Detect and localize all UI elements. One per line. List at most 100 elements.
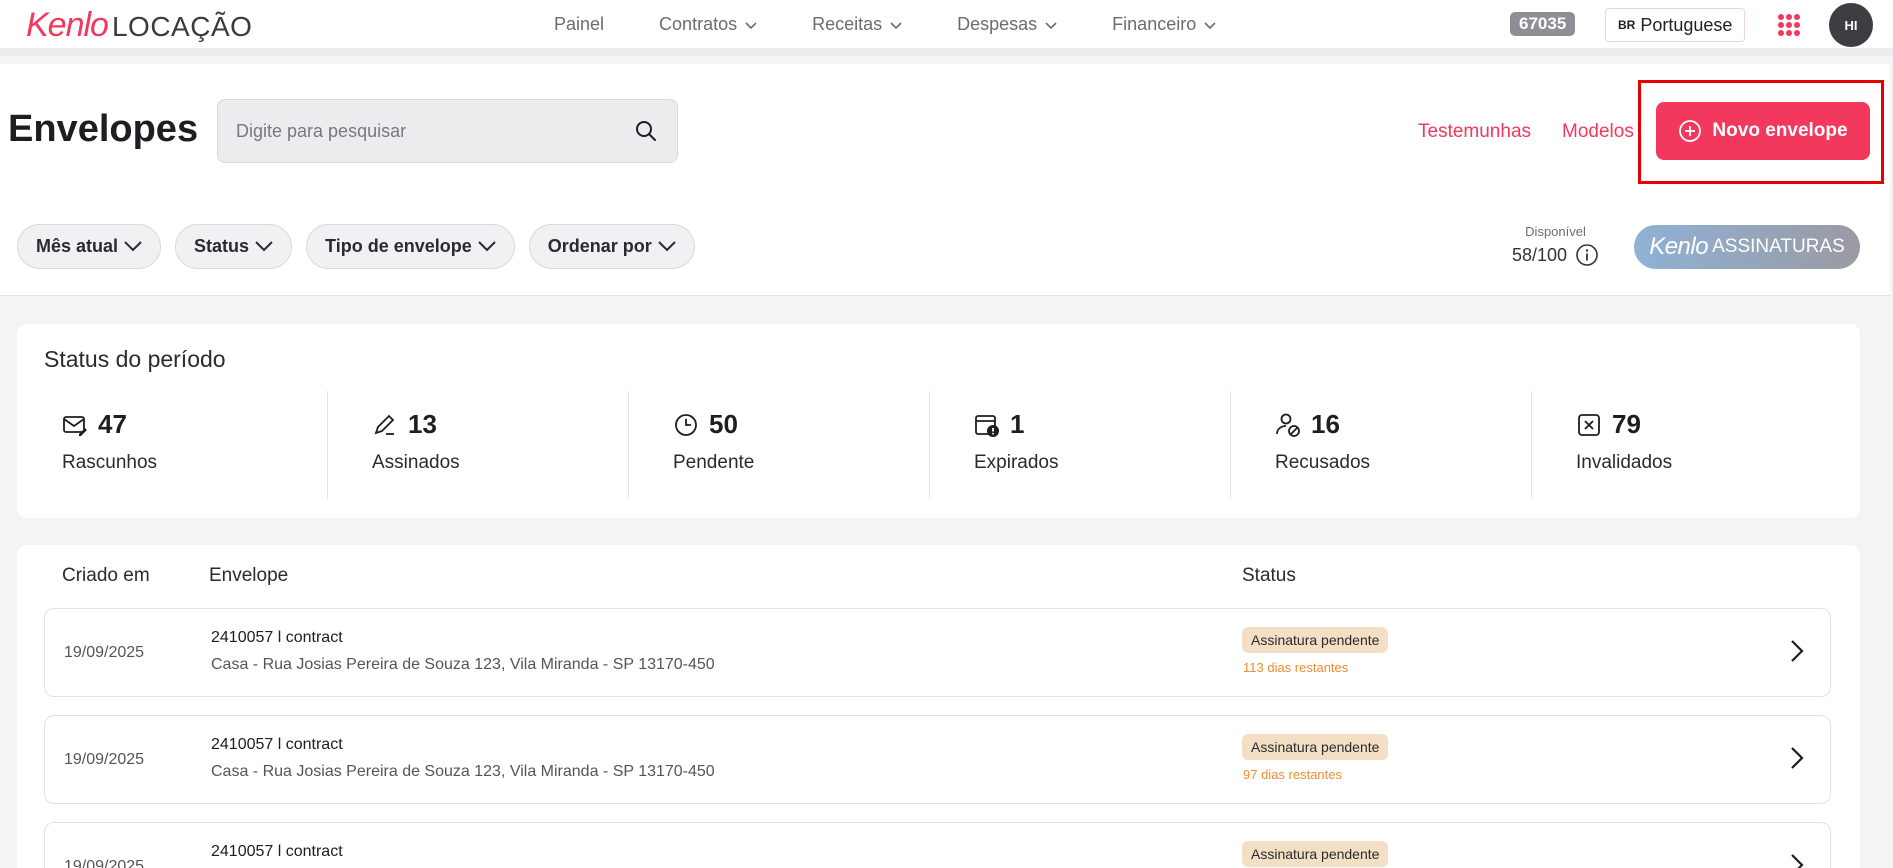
filter-sort-label: Ordenar por	[547, 236, 652, 256]
stat-refused-label: Recusados	[1275, 452, 1371, 473]
stat-drafts-label: Rascunhos	[62, 452, 158, 473]
stat-drafts-count: 47	[98, 409, 127, 439]
chevron-down-icon	[745, 14, 757, 35]
top-navbar: Kenlo LOCAÇÃO Painel Contratos Receitas …	[0, 0, 1893, 56]
filter-status-label: Status	[194, 236, 250, 256]
row-envelope-address: Casa - Rua Josias Pereira de Souza 123, …	[211, 763, 715, 780]
logo[interactable]: Kenlo LOCAÇÃO	[26, 6, 252, 45]
row-envelope-code: 2410057 l contract	[211, 629, 343, 646]
search-icon[interactable]	[635, 120, 657, 147]
apps-grid-icon[interactable]	[1778, 14, 1800, 36]
status-card-title: Status do período	[44, 346, 226, 372]
period-status-card: Status do período 47 Rascunhos 13 Assina…	[17, 324, 1860, 518]
templates-link[interactable]: Modelos	[1562, 121, 1634, 143]
logo-sub: LOCAÇÃO	[111, 11, 253, 42]
nav-receitas[interactable]: Receitas	[812, 14, 902, 35]
filter-envelope-type-label: Tipo de envelope	[325, 236, 472, 256]
filter-status[interactable]: Status	[175, 224, 293, 269]
table-row[interactable]: 19/09/2025 2410057 l contract Casa - Rua…	[44, 715, 1831, 804]
search-input[interactable]	[218, 100, 618, 162]
filter-bar: Mês atual Status Tipo de envelope Ordena…	[17, 224, 709, 269]
stat-pending-count: 50	[709, 409, 738, 439]
status-badge: Assinatura pendente	[1242, 841, 1389, 867]
plus-circle-icon	[1678, 119, 1702, 143]
filter-envelope-type[interactable]: Tipo de envelope	[306, 224, 515, 269]
nav-contratos-label: Contratos	[659, 14, 738, 34]
kenlo-assinaturas-badge[interactable]: Kenlo ASSINATURAS	[1634, 225, 1860, 269]
row-date: 19/09/2025	[64, 858, 145, 868]
nav-financeiro[interactable]: Financeiro	[1112, 14, 1216, 35]
nav-painel[interactable]: Painel	[554, 14, 604, 35]
logo-brand: Kenlo	[26, 6, 109, 44]
chevron-right-icon[interactable]	[1790, 746, 1804, 775]
row-envelope-code: 2410057 l contract	[211, 736, 343, 753]
filter-month-label: Mês atual	[36, 236, 119, 256]
status-badge: Assinatura pendente	[1242, 627, 1389, 653]
nav-financeiro-label: Financeiro	[1112, 14, 1197, 34]
new-envelope-button[interactable]: Novo envelope	[1656, 102, 1870, 160]
x-square-icon	[1578, 413, 1600, 436]
row-days-remaining: 97 dias restantes	[1243, 767, 1343, 782]
stat-expired[interactable]: 1 Expirados	[929, 391, 1230, 499]
pen-icon	[374, 414, 395, 435]
info-icon[interactable]	[1575, 243, 1599, 267]
chevron-down-icon	[890, 14, 902, 35]
stat-expired-label: Expirados	[974, 452, 1059, 473]
user-blocked-icon	[1276, 413, 1300, 437]
new-envelope-label: Novo envelope	[1712, 120, 1848, 141]
language-label: Portuguese	[1640, 14, 1733, 35]
row-date: 19/09/2025	[64, 751, 145, 768]
filter-sort[interactable]: Ordenar por	[528, 224, 695, 269]
stat-signed-count: 13	[408, 409, 437, 439]
clock-icon	[675, 413, 697, 436]
envelopes-table: Criado em Envelope Status 19/09/2025 241…	[17, 545, 1860, 868]
language-selector[interactable]: BR Portuguese	[1605, 8, 1746, 42]
nav-contratos[interactable]: Contratos	[659, 14, 757, 35]
draft-envelope-icon	[63, 415, 87, 436]
chevron-down-icon	[478, 241, 496, 252]
account-counter-badge: 67035	[1510, 12, 1576, 36]
assinaturas-label: ASSINATURAS	[1712, 236, 1845, 257]
filter-month[interactable]: Mês atual	[17, 224, 162, 269]
stat-signed-label: Assinados	[372, 452, 460, 473]
stat-signed[interactable]: 13 Assinados	[327, 391, 628, 499]
row-days-remaining: 113 dias restantes	[1243, 660, 1349, 675]
stat-invalidated-label: Invalidados	[1576, 452, 1673, 473]
chevron-down-icon	[658, 241, 676, 252]
available-value: 58/100	[1512, 244, 1568, 265]
stat-refused[interactable]: 16 Recusados	[1230, 391, 1531, 499]
stat-drafts[interactable]: 47 Rascunhos	[17, 391, 327, 499]
chevron-down-icon	[124, 241, 142, 252]
chevron-down-icon	[1045, 14, 1057, 35]
stat-refused-count: 16	[1311, 409, 1340, 439]
calendar-alert-icon	[975, 414, 999, 437]
stat-invalidated-count: 79	[1612, 409, 1641, 439]
stat-invalidated[interactable]: 79 Invalidados	[1531, 391, 1832, 499]
nav-receitas-label: Receitas	[812, 14, 883, 34]
table-row[interactable]: 19/09/2025 2410057 l contract Casa - Rua…	[44, 608, 1831, 697]
avatar[interactable]: HI	[1829, 3, 1873, 47]
available-quota: Disponível 58/100	[1512, 224, 1599, 267]
table-row[interactable]: 19/09/2025 2410057 l contract Assinatura…	[44, 822, 1831, 868]
status-badge: Assinatura pendente	[1242, 734, 1389, 760]
column-header-status: Status	[1242, 565, 1296, 586]
nav-painel-label: Painel	[554, 14, 605, 34]
row-envelope-address: Casa - Rua Josias Pereira de Souza 123, …	[211, 656, 715, 673]
chevron-right-icon[interactable]	[1790, 639, 1804, 668]
column-header-created: Criado em	[62, 565, 150, 586]
chevron-down-icon	[1204, 14, 1216, 35]
available-label: Disponível	[1525, 224, 1586, 239]
row-envelope-code: 2410057 l contract	[211, 843, 343, 860]
stat-pending[interactable]: 50 Pendente	[628, 391, 929, 499]
chevron-down-icon	[255, 241, 273, 252]
nav-despesas-label: Despesas	[957, 14, 1038, 34]
main-nav: Painel Contratos Receitas Despesas Finan…	[554, 14, 1271, 35]
page-header: Envelopes Testemunhas Modelos Novo envel…	[0, 64, 1890, 296]
search-box	[217, 99, 678, 163]
nav-despesas[interactable]: Despesas	[957, 14, 1057, 35]
row-date: 19/09/2025	[64, 644, 145, 661]
witnesses-link[interactable]: Testemunhas	[1418, 121, 1531, 143]
column-header-envelope: Envelope	[209, 565, 289, 586]
chevron-right-icon[interactable]	[1790, 853, 1804, 868]
stat-expired-count: 1	[1010, 409, 1025, 439]
